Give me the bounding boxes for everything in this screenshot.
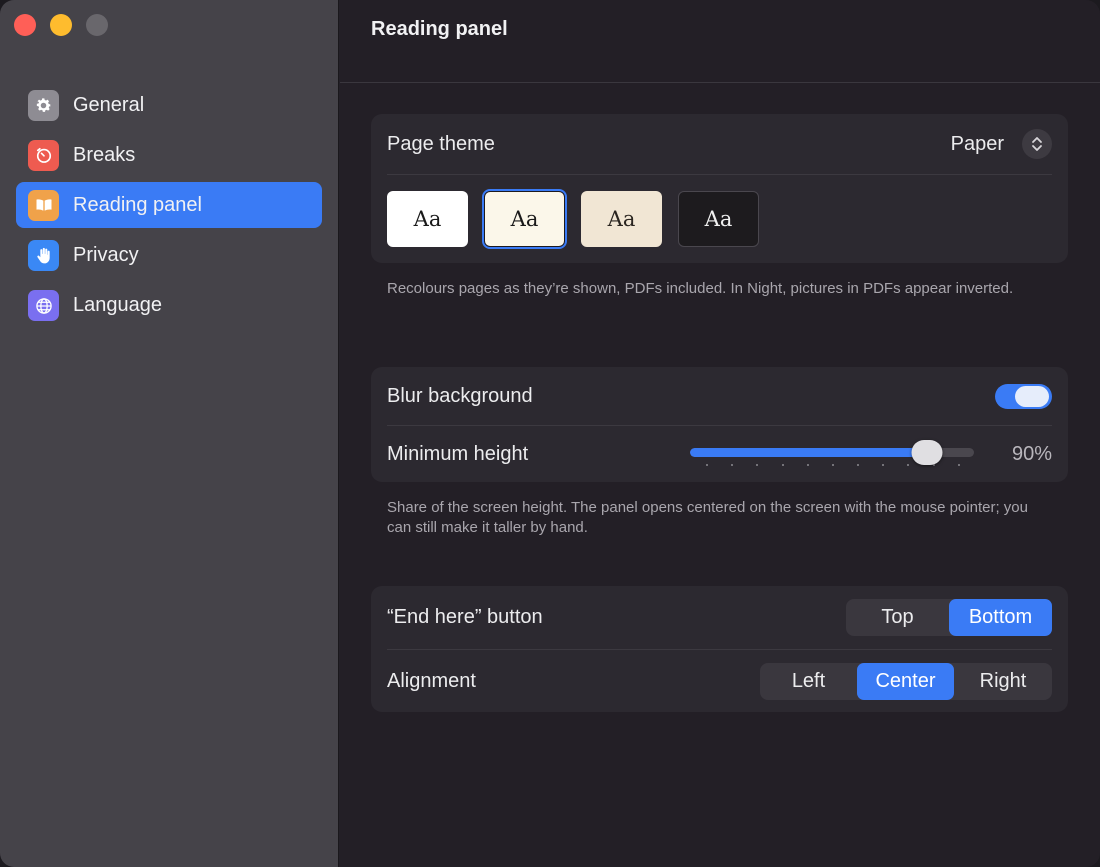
window-controls xyxy=(14,14,108,36)
sidebar-item-label: Privacy xyxy=(73,244,139,267)
hand-icon xyxy=(28,240,59,272)
theme-swatch-sepia[interactable]: Aa xyxy=(581,191,662,247)
alignment-row: Alignment Left Center Right xyxy=(371,650,1068,712)
sidebar-item-reading-panel[interactable]: Reading panel xyxy=(16,182,322,229)
alignment-segmented: Left Center Right xyxy=(760,662,1052,700)
end-here-row: “End here” button Top Bottom xyxy=(371,586,1068,649)
chevron-up-down-icon xyxy=(1022,129,1052,159)
end-here-segmented: Top Bottom xyxy=(846,599,1052,636)
slider-tick xyxy=(731,464,734,466)
alignment-left-option[interactable]: Left xyxy=(760,663,857,700)
slider-tick xyxy=(857,464,860,466)
slider-tick xyxy=(882,464,885,466)
minimum-height-control: 90% xyxy=(689,439,1052,469)
alignment-right-option[interactable]: Right xyxy=(954,663,1052,700)
globe-icon xyxy=(28,290,59,322)
slider-tick xyxy=(705,464,708,466)
sidebar-item-label: Language xyxy=(73,294,162,317)
alignment-center-option[interactable]: Center xyxy=(857,662,954,700)
end-button-card: “End here” button Top Bottom Alignment L… xyxy=(371,586,1068,712)
minimize-window-button[interactable] xyxy=(50,14,72,36)
theme-swatch-light[interactable]: Aa xyxy=(387,191,468,247)
theme-swatch-text: Aa xyxy=(510,207,539,231)
theme-swatch-night[interactable]: Aa xyxy=(678,191,759,247)
minimum-height-slider[interactable] xyxy=(689,439,974,469)
slider-fill xyxy=(689,448,927,457)
slider-tick xyxy=(831,464,834,466)
blur-background-label: Blur background xyxy=(387,384,533,407)
theme-swatches: Aa Aa Aa Aa xyxy=(371,175,1068,263)
sidebar-item-label: Breaks xyxy=(73,143,136,166)
zoom-window-button[interactable] xyxy=(86,14,108,36)
theme-swatch-text: Aa xyxy=(704,207,733,231)
sidebar-item-privacy[interactable]: Privacy xyxy=(16,233,322,279)
slider-tick xyxy=(806,464,809,466)
minimum-height-value: 90% xyxy=(1011,442,1052,465)
page-theme-label: Page theme xyxy=(387,132,495,155)
page-theme-note: Recolours pages as they’re shown, PDFs i… xyxy=(387,280,1014,297)
main-content: Reading panel Page theme Paper Aa Aa Aa … xyxy=(340,0,1100,867)
slider-tick xyxy=(781,464,784,466)
minimum-height-label: Minimum height xyxy=(387,442,529,465)
panel-layout-card: Blur background Minimum height 90% xyxy=(371,367,1068,482)
toggle-knob xyxy=(1015,385,1049,407)
end-here-top-option[interactable]: Top xyxy=(846,599,949,636)
sidebar-item-language[interactable]: Language xyxy=(16,283,322,329)
sidebar: General Breaks Reading panel Privacy Lan… xyxy=(0,0,339,867)
blur-background-row: Blur background xyxy=(371,367,1068,425)
sidebar-item-label: Reading panel xyxy=(73,193,202,216)
titlebar: Reading panel xyxy=(340,0,1100,83)
page-title: Reading panel xyxy=(371,17,508,40)
alignment-label: Alignment xyxy=(387,669,476,692)
page-theme-value: Paper xyxy=(950,132,1004,155)
minimum-height-row: Minimum height 90% xyxy=(371,426,1068,482)
page-theme-select[interactable]: Paper xyxy=(951,129,1052,159)
sidebar-item-breaks[interactable]: Breaks xyxy=(16,132,322,178)
slider-tick xyxy=(907,464,910,466)
slider-tick xyxy=(957,464,960,466)
theme-swatch-text: Aa xyxy=(413,207,442,231)
sidebar-nav: General Breaks Reading panel Privacy Lan… xyxy=(16,82,322,333)
timer-icon xyxy=(28,139,59,171)
minimum-height-note: Share of the screen height. The panel op… xyxy=(387,499,1028,536)
page-theme-card: Page theme Paper Aa Aa Aa Aa xyxy=(371,114,1068,263)
sidebar-item-label: General xyxy=(73,93,145,116)
end-here-bottom-option[interactable]: Bottom xyxy=(949,599,1052,636)
blur-background-toggle[interactable] xyxy=(995,383,1052,409)
settings-window: General Breaks Reading panel Privacy Lan… xyxy=(0,0,1100,867)
close-window-button[interactable] xyxy=(14,14,36,36)
book-icon xyxy=(28,189,59,221)
sidebar-item-general[interactable]: General xyxy=(16,82,322,128)
end-here-label: “End here” button xyxy=(387,606,543,628)
gear-icon xyxy=(28,89,59,121)
theme-swatch-paper[interactable]: Aa xyxy=(482,189,567,249)
page-theme-row: Page theme Paper xyxy=(371,114,1068,174)
slider-tick xyxy=(756,464,759,466)
theme-swatch-text: Aa xyxy=(607,207,636,231)
slider-thumb[interactable] xyxy=(911,440,943,465)
